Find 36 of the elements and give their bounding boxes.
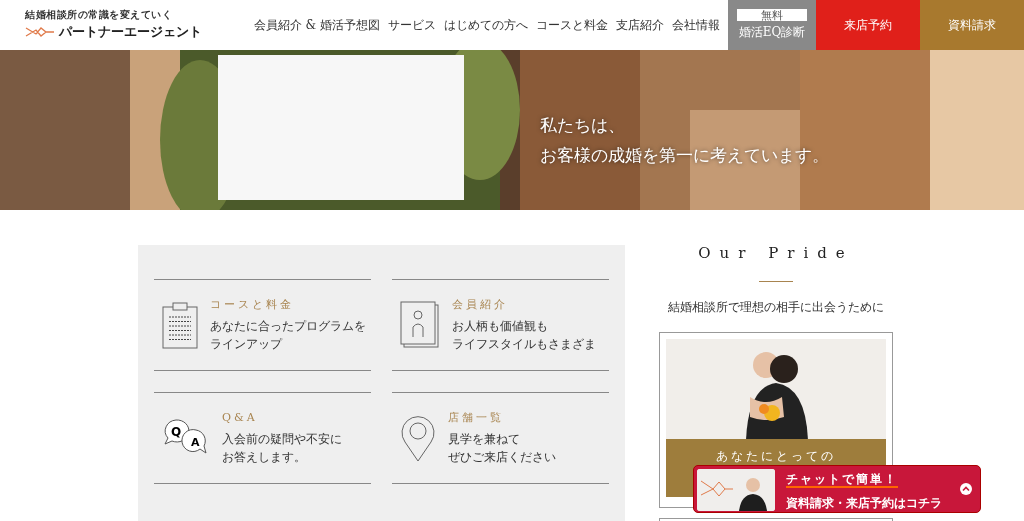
profile-card-icon bbox=[400, 301, 440, 349]
location-pin-icon bbox=[400, 414, 436, 462]
brand-name[interactable]: パートナーエージェント bbox=[59, 22, 202, 42]
feature-description: 見学を兼ねて ぜひご来店ください bbox=[448, 431, 556, 467]
chat-banner[interactable]: チャットで簡単！ 資料請求・来店予約はコチラ bbox=[693, 465, 981, 513]
feature-item[interactable]: 会員紹介 お人柄も価値観も ライフスタイルもさまざま bbox=[392, 279, 609, 371]
feature-item[interactable]: Q A Q&A 入会前の疑問や不安に お答えします。 bbox=[154, 392, 371, 484]
tagline: 結婚相談所の常識を変えていく bbox=[25, 8, 173, 23]
clipboard-icon bbox=[162, 301, 198, 349]
chat-headline: チャットで簡単！ bbox=[786, 472, 898, 488]
feature-description: 入会前の疑問や不安に お答えします。 bbox=[222, 431, 342, 467]
nav-link[interactable]: 支店紹介 bbox=[616, 16, 664, 34]
nav-link[interactable]: サービス bbox=[388, 16, 436, 34]
feature-description: あなたに合ったプログラムを ラインアップ bbox=[210, 318, 366, 354]
nav-link[interactable]: コースと料金 bbox=[536, 16, 608, 34]
cta-button[interactable]: 来店予約 bbox=[816, 0, 920, 50]
hero-heading-line: 私たちは、 bbox=[540, 114, 626, 137]
feature-title: コースと料金 bbox=[210, 296, 294, 313]
feature-title: 会員紹介 bbox=[452, 296, 508, 313]
card-caption: あなたにとっての bbox=[716, 447, 836, 465]
diagnosis-button[interactable]: 無料 婚活EQ診断 bbox=[728, 0, 816, 50]
feature-item[interactable]: コースと料金 あなたに合ったプログラムを ラインアップ bbox=[154, 279, 371, 371]
feature-item[interactable]: 店舗一覧 見学を兼ねて ぜひご来店ください bbox=[392, 392, 609, 484]
nav-link[interactable]: 会員紹介 & 婚活予想図 bbox=[253, 16, 380, 34]
cta-button[interactable]: 資料請求 bbox=[920, 0, 1024, 50]
hero-heading-line: お客様の成婚を第一に考えています。 bbox=[540, 144, 829, 167]
section-subtitle: 結婚相談所で理想の相手に出会うために bbox=[668, 298, 884, 316]
feature-title: Q&A bbox=[222, 409, 258, 426]
title-rule bbox=[759, 280, 793, 282]
nav-link[interactable]: 会社情報 bbox=[672, 16, 720, 34]
feature-description: お人柄も価値観も ライフスタイルもさまざま bbox=[452, 318, 596, 354]
expand-icon[interactable] bbox=[960, 483, 972, 495]
section-title: Our Pride bbox=[698, 243, 854, 264]
nav-link[interactable]: はじめての方へ bbox=[444, 16, 528, 34]
feature-title: 店舗一覧 bbox=[448, 409, 504, 426]
logo-icon bbox=[25, 27, 55, 38]
